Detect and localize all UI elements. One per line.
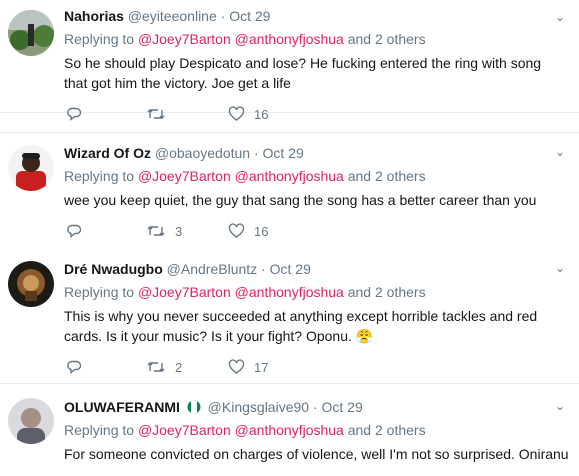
reply-button[interactable] [66, 106, 91, 122]
separator: · [312, 399, 318, 415]
like-count: 17 [254, 359, 269, 375]
separator: · [220, 8, 226, 24]
tweet-actions: 2 17 [64, 359, 504, 379]
reply-button[interactable] [66, 223, 91, 239]
timestamp[interactable]: Oct 29 [263, 145, 304, 161]
author-handle[interactable]: @Kingsglaive90 [208, 399, 309, 415]
mention-link[interactable]: @Joey7Barton [138, 168, 231, 184]
others-link[interactable]: and 2 others [348, 422, 426, 438]
others-link[interactable]: and 2 others [348, 168, 426, 184]
replying-to-label: Replying to [64, 168, 135, 184]
like-button[interactable]: 16 [228, 106, 268, 122]
author-handle[interactable]: @obaoyedotun [155, 145, 250, 161]
retweet-button[interactable] [146, 106, 175, 122]
replying-to: Replying to @Joey7Barton @anthonyfjoshua… [64, 168, 426, 184]
tweet[interactable]: Dré Nwadugbo @AndreBluntz · Oct 29 ⌄ Rep… [0, 249, 579, 384]
tweet-text-line: For someone convicted on charges of viol… [64, 446, 569, 462]
author-name[interactable]: Dré Nwadugbo [64, 261, 163, 277]
nigeria-flag-icon [186, 400, 201, 414]
like-button[interactable]: 16 [228, 223, 268, 239]
tweet-text-line: that got him the victory. Joe get a life [64, 75, 291, 91]
avatar[interactable] [8, 398, 54, 444]
chevron-down-icon[interactable]: ⌄ [555, 145, 565, 159]
retweet-button[interactable]: 3 [146, 223, 182, 239]
reply-icon [67, 224, 82, 238]
tweet[interactable]: OLUWAFERANMI @Kingsglaive90 · Oct 29 ⌄ R… [0, 384, 579, 476]
like-count: 16 [254, 106, 269, 122]
retweet-icon [147, 109, 165, 119]
mention-link[interactable]: @anthonyfjoshua [235, 422, 344, 438]
tweet-actions: 3 16 [64, 223, 504, 243]
heart-icon [228, 106, 245, 121]
chevron-down-icon[interactable]: ⌄ [555, 261, 565, 275]
tweet-text-line: wee you keep quiet, the guy that sang th… [64, 192, 537, 208]
tweet-header: Nahorias @eyiteeonline · Oct 29 [64, 8, 270, 24]
tweet-header: OLUWAFERANMI @Kingsglaive90 · Oct 29 [64, 399, 363, 415]
author-name[interactable]: Nahorias [64, 8, 124, 24]
mention-link[interactable]: @anthonyfjoshua [235, 284, 344, 300]
tweet-header: Wizard Of Oz @obaoyedotun · Oct 29 [64, 145, 304, 161]
tweet-text: This is why you never succeeded at anyth… [64, 306, 564, 346]
others-link[interactable]: and 2 others [348, 31, 426, 47]
separator: · [261, 261, 266, 277]
like-count: 16 [254, 223, 269, 239]
timestamp[interactable]: Oct 29 [270, 261, 311, 277]
retweet-count: 2 [175, 359, 183, 375]
avatar[interactable] [8, 10, 54, 56]
reply-button[interactable] [66, 359, 91, 375]
tweet-text: For someone convicted on charges of viol… [64, 444, 574, 464]
tweet-actions: 16 [64, 106, 504, 126]
replying-to-label: Replying to [64, 31, 135, 47]
retweet-icon [147, 226, 165, 236]
retweet-icon [147, 362, 165, 372]
timestamp[interactable]: Oct 29 [229, 8, 270, 24]
tweet[interactable]: Wizard Of Oz @obaoyedotun · Oct 29 ⌄ Rep… [0, 132, 579, 250]
replying-to: Replying to @Joey7Barton @anthonyfjoshua… [64, 422, 426, 438]
tweet-header: Dré Nwadugbo @AndreBluntz · Oct 29 [64, 261, 311, 277]
tweet[interactable]: Nahorias @eyiteeonline · Oct 29 ⌄ Replyi… [0, 0, 579, 113]
tweet-text-fragment: cards. Is it your music? Is it your figh… [64, 328, 352, 344]
reply-icon [67, 360, 82, 374]
like-button[interactable]: 17 [228, 359, 268, 375]
timestamp[interactable]: Oct 29 [322, 399, 363, 415]
separator: · [253, 145, 259, 161]
reply-icon [67, 107, 82, 121]
author-handle[interactable]: @eyiteeonline [128, 8, 217, 24]
author-handle[interactable]: @AndreBluntz [167, 261, 257, 277]
replying-to-label: Replying to [64, 284, 135, 300]
chevron-down-icon[interactable]: ⌄ [555, 399, 565, 413]
heart-icon [228, 223, 245, 238]
tweet-text: So he should play Despicato and lose? He… [64, 53, 564, 93]
chevron-down-icon[interactable]: ⌄ [555, 10, 565, 24]
mention-link[interactable]: @anthonyfjoshua [235, 31, 344, 47]
replying-to: Replying to @Joey7Barton @anthonyfjoshua… [64, 31, 426, 47]
author-name[interactable]: OLUWAFERANMI [64, 399, 180, 415]
mention-link[interactable]: @Joey7Barton [138, 284, 231, 300]
tweet-text-line: So he should play Despicato and lose? He… [64, 55, 542, 71]
avatar[interactable] [8, 145, 54, 191]
replying-to-label: Replying to [64, 422, 135, 438]
author-name[interactable]: Wizard Of Oz [64, 145, 151, 161]
retweet-button[interactable]: 2 [146, 359, 182, 375]
mention-link[interactable]: @Joey7Barton [138, 422, 231, 438]
replying-to: Replying to @Joey7Barton @anthonyfjoshua… [64, 284, 426, 300]
heart-icon [228, 359, 245, 374]
tweet-text: wee you keep quiet, the guy that sang th… [64, 190, 564, 210]
retweet-count: 3 [175, 223, 183, 239]
mention-link[interactable]: @Joey7Barton [138, 31, 231, 47]
avatar[interactable] [8, 261, 54, 307]
others-link[interactable]: and 2 others [348, 284, 426, 300]
angry-face-emoji-icon: 😤 [355, 328, 374, 344]
tweet-text-line: This is why you never succeeded at anyth… [64, 308, 538, 324]
mention-link[interactable]: @anthonyfjoshua [235, 168, 344, 184]
tweet-text-line: cards. Is it your music? Is it your figh… [64, 326, 564, 346]
